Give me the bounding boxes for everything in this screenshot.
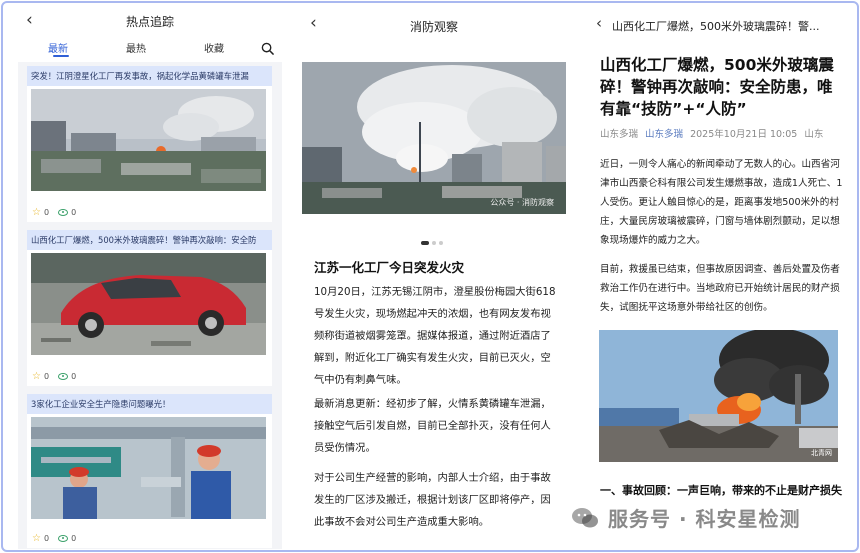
- card-stats: ☆ 0 0: [32, 207, 76, 218]
- article-paragraph: 近日，一则令人痛心的新闻牵动了无数人的心。山西省河津市山西豪仑科有限公司发生爆燃…: [600, 159, 843, 246]
- active-tab-indicator: [53, 55, 69, 57]
- star-icon[interactable]: ☆: [32, 207, 41, 218]
- article-paragraph: 最新消息更新：经初步了解，火情系黄磷罐车泄漏，接触空气后引发自燃，目前已全部扑灭…: [314, 398, 551, 454]
- article-paragraph: 目前，救援虽已结束，但事故原因调查、善后处置及伤者救治工作仍在进行中。当地政府已…: [600, 264, 840, 313]
- watermark-text: 服务号 · 科安星检测: [608, 507, 801, 531]
- star-icon[interactable]: ☆: [32, 533, 41, 544]
- views-count: 0: [71, 534, 77, 543]
- image-caption: 北青网: [811, 449, 832, 457]
- hot-tracking-screen: ‹ 热点追踪 最新 最热 收藏 突发！江阴澄星化工厂再发事故，祸起化学品黄磷罐车…: [18, 4, 282, 549]
- page-title: 热点追踪: [125, 15, 174, 29]
- wechat-icon: [572, 507, 598, 527]
- watermark: 服务号 · 科安星检测: [570, 503, 801, 532]
- carousel-dot[interactable]: [439, 241, 443, 245]
- search-icon[interactable]: [261, 42, 274, 55]
- article-meta: 山东多瑞 山东多瑞 2025年10月21日 10:05 山东: [600, 126, 823, 140]
- news-card[interactable]: 3家化工企业安全生产隐患问题曝光！ ☆ 0 0: [27, 394, 272, 548]
- news-card[interactable]: 山西化工厂爆燃，500米外玻璃震碎！警钟再次敲响：安全防 ☆ 0 0: [27, 230, 272, 386]
- workers-inspection-image: [31, 417, 266, 519]
- top-bar-title: 山西化工厂爆燃，500米外玻璃震碎！警...: [612, 20, 820, 33]
- star-icon[interactable]: ☆: [32, 371, 41, 382]
- fire-observation-screen: ‹ 消防观察 公众号 · 消防观察 江苏一化工厂今日突发火灾 10月20日，江苏…: [298, 4, 570, 549]
- views-count: 0: [71, 372, 77, 381]
- author: 山东多瑞: [600, 129, 639, 140]
- article-screen: ‹ 山西化工厂爆燃，500米外玻璃震碎！警... 山西化工厂爆燃，500米外玻璃…: [586, 4, 848, 549]
- header: ‹ 消防观察: [298, 4, 570, 58]
- factory-smoke-image: [31, 89, 266, 191]
- card-title: 山西化工厂爆燃，500米外玻璃震碎！警钟再次敲响：安全防: [27, 230, 272, 250]
- article-headline: 江苏一化工厂今日突发火灾: [314, 260, 465, 275]
- fire-smoke-photo: 公众号 · 消防观察: [302, 62, 566, 214]
- source-link[interactable]: 山东多瑞: [645, 129, 683, 140]
- article-paragraph: 10月20日，江苏无锡江阴市，澄星股份梅园大街618号发生火灾，现场燃起冲天的浓…: [314, 286, 556, 386]
- carousel-dot[interactable]: [421, 241, 429, 245]
- news-card[interactable]: 突发！江阴澄星化工厂再发事故，祸起化学品黄磷罐车泄漏 ☆ 0 0: [27, 66, 272, 222]
- publish-date: 2025年10月21日 10:05: [690, 129, 798, 140]
- page-title: 消防观察: [409, 20, 458, 34]
- article-headline: 山西化工厂爆燃，500米外玻璃震碎！警钟再次敲响：安全防患，唯有靠“技防”+“人…: [600, 56, 834, 118]
- likes-count: 0: [43, 372, 50, 381]
- views-count: 0: [71, 208, 77, 217]
- card-stats: ☆ 0 0: [32, 533, 76, 544]
- card-stats: ☆ 0 0: [32, 371, 76, 382]
- carousel-dot[interactable]: [432, 241, 436, 245]
- image-caption: 公众号 · 消防观察: [490, 198, 554, 207]
- eye-icon: [58, 209, 69, 216]
- tab-favorites[interactable]: 收藏: [204, 40, 224, 55]
- location: 山东: [804, 129, 824, 140]
- card-title: 3家化工企业安全生产隐患问题曝光！: [27, 394, 272, 414]
- likes-count: 0: [43, 534, 50, 543]
- article-paragraph: 对于公司生产经营的影响，内部人士介绍，由于事故发生的厂区涉及搬迁，根据计划该厂区…: [314, 472, 551, 528]
- explosion-site-photo: 北青网: [599, 330, 838, 462]
- eye-icon: [58, 535, 69, 542]
- card-title: 突发！江阴澄星化工厂再发事故，祸起化学品黄磷罐车泄漏: [27, 66, 272, 86]
- tab-hottest[interactable]: 最热: [126, 40, 146, 55]
- section-heading: 一、事故回顾：一声巨响，带来的不止是财产损失: [600, 484, 842, 497]
- tab-bar: 最新 最热 收藏: [18, 40, 282, 60]
- eye-icon: [58, 373, 69, 380]
- tab-latest[interactable]: 最新: [48, 40, 68, 55]
- header: ‹ 热点追踪 最新 最热 收藏: [18, 4, 282, 62]
- carousel-indicator[interactable]: [421, 241, 443, 245]
- likes-count: 0: [43, 208, 50, 217]
- damaged-car-image: [31, 253, 266, 355]
- back-arrow-icon[interactable]: ‹: [596, 14, 602, 32]
